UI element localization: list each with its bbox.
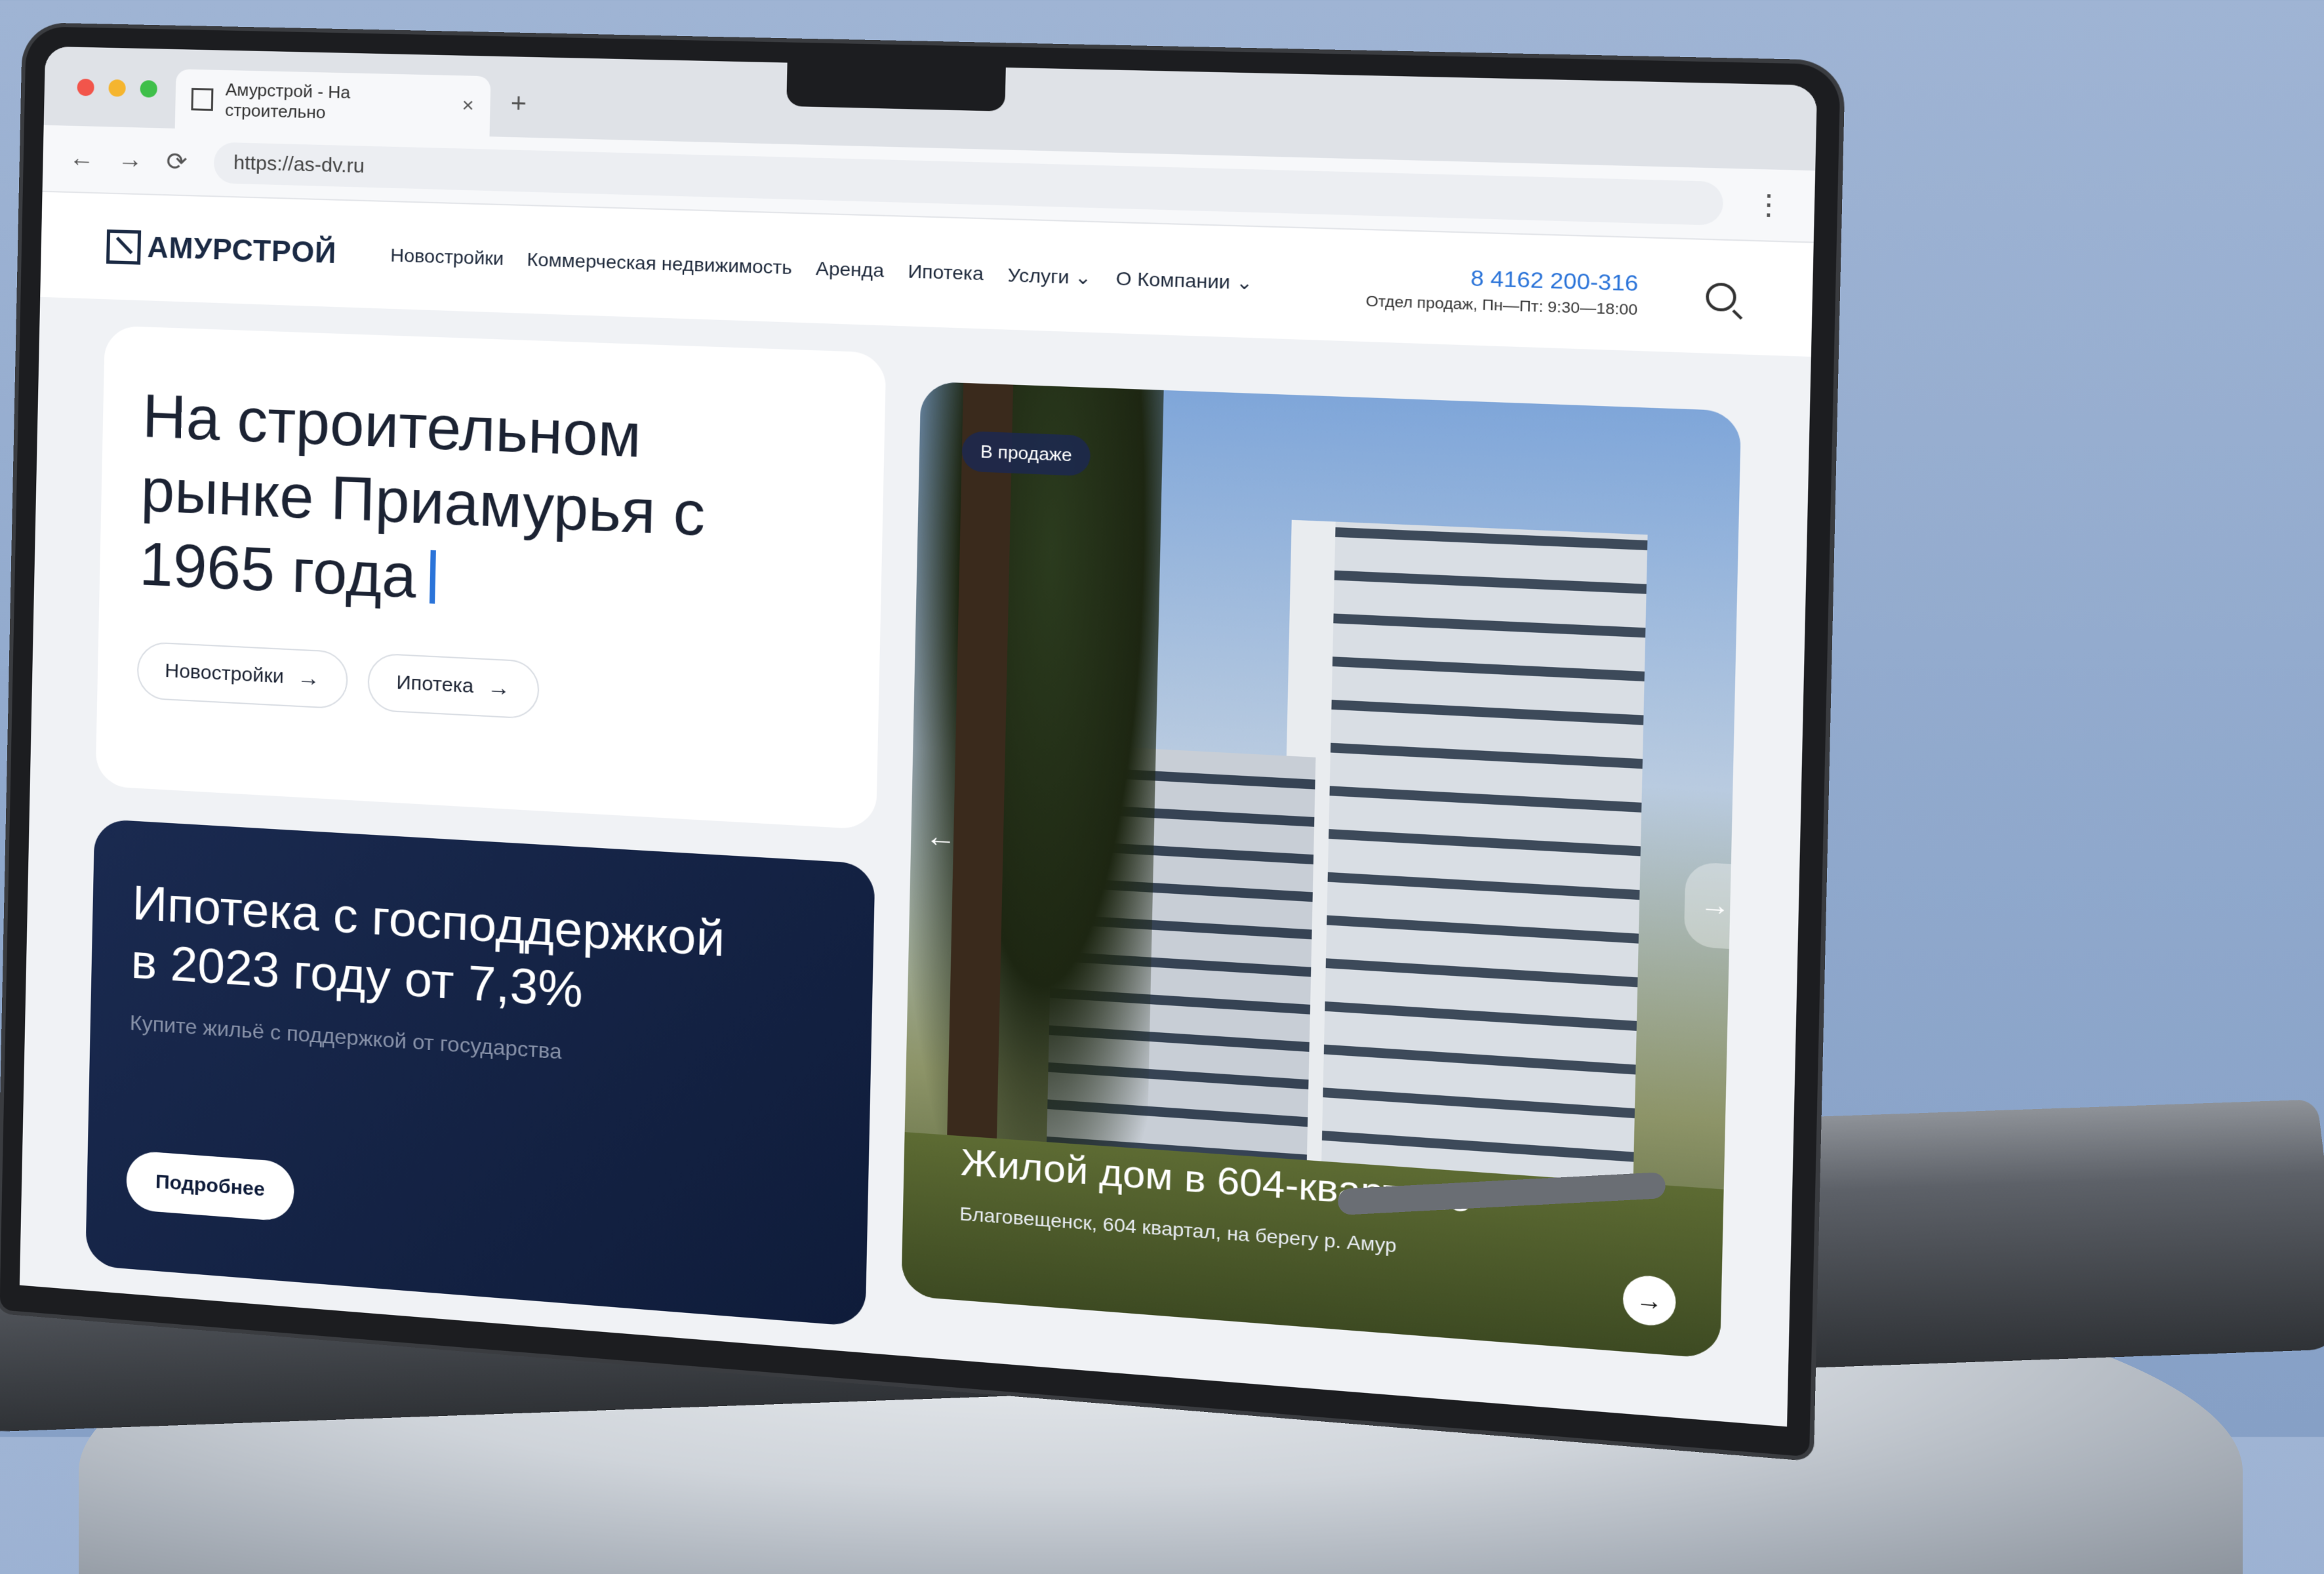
hero-button-label: Новостройки bbox=[165, 660, 285, 688]
laptop-lid: Амурстрой - На строительно × + ← → ⟳ htt… bbox=[0, 26, 1841, 1457]
building-illustration bbox=[1276, 519, 1648, 1240]
window-controls bbox=[77, 78, 158, 98]
hero-buttons: Новостройки → Ипотека → bbox=[136, 641, 837, 735]
close-tab-icon[interactable]: × bbox=[462, 94, 474, 117]
laptop: Амурстрой - На строительно × + ← → ⟳ htt… bbox=[0, 26, 2324, 1457]
browser-nav: ← → ⟳ bbox=[69, 144, 188, 176]
browser-menu-icon[interactable]: ⋮ bbox=[1753, 188, 1784, 222]
promo-title: Ипотека с господдержкой в 2023 году от 7… bbox=[130, 875, 726, 1018]
site-favicon-icon bbox=[191, 88, 214, 111]
nav-item-services[interactable]: Услуги ⌄ bbox=[1007, 264, 1092, 289]
hero-button-label: Ипотека bbox=[396, 671, 474, 698]
camera-notch bbox=[786, 57, 1007, 111]
back-icon[interactable]: ← bbox=[69, 144, 94, 174]
slider-prev-icon[interactable]: ← bbox=[925, 819, 957, 855]
screen: Амурстрой - На строительно × + ← → ⟳ htt… bbox=[19, 46, 1818, 1427]
nav-item-new-buildings[interactable]: Новостройки bbox=[390, 245, 504, 270]
arrow-right-icon: → bbox=[487, 674, 511, 701]
text-cursor bbox=[429, 550, 436, 605]
hero-button-new-buildings[interactable]: Новостройки → bbox=[136, 641, 349, 710]
maximize-window-icon[interactable] bbox=[140, 80, 158, 98]
phone-link[interactable]: 8 4162 200-316 bbox=[1366, 262, 1638, 296]
new-tab-icon[interactable]: + bbox=[510, 89, 527, 119]
reload-icon[interactable]: ⟳ bbox=[166, 146, 188, 176]
minimize-window-icon[interactable] bbox=[108, 79, 126, 97]
hero-button-mortgage[interactable]: Ипотека → bbox=[367, 652, 540, 719]
forward-icon[interactable]: → bbox=[117, 145, 143, 175]
nav-item-mortgage[interactable]: Ипотека bbox=[908, 260, 984, 285]
arrow-right-icon: → bbox=[296, 664, 321, 691]
promo-more-button[interactable]: Подробнее bbox=[125, 1150, 295, 1222]
logo-mark-icon bbox=[106, 229, 142, 265]
sales-hours: Отдел продаж, Пн—Пт: 9:30—18:00 bbox=[1365, 292, 1638, 319]
nav-item-rent[interactable]: Аренда bbox=[816, 258, 885, 283]
contact-block: 8 4162 200-316 Отдел продаж, Пн—Пт: 9:30… bbox=[1365, 262, 1638, 319]
nav-item-commercial[interactable]: Коммерческая недвижимость bbox=[527, 249, 792, 279]
tab-title: Амурстрой - На строительно bbox=[224, 79, 351, 123]
slider-next-icon[interactable]: → bbox=[1683, 861, 1742, 950]
project-slide[interactable]: В продаже ← → Жилой дом в 604-квартале Б… bbox=[901, 381, 1742, 1360]
main-content: На строительном рынке Приамурья с 1965 г… bbox=[20, 297, 1811, 1427]
site-logo[interactable]: АМУРСТРОЙ bbox=[106, 229, 337, 271]
main-nav: Новостройки Коммерческая недвижимость Ар… bbox=[390, 245, 1253, 294]
browser-tab[interactable]: Амурстрой - На строительно × bbox=[174, 69, 491, 137]
mortgage-promo-card: Ипотека с господдержкой в 2023 году от 7… bbox=[85, 818, 875, 1327]
hero-card: На строительном рынке Приамурья с 1965 г… bbox=[95, 325, 887, 830]
logo-text: АМУРСТРОЙ bbox=[147, 231, 337, 270]
search-icon[interactable] bbox=[1705, 282, 1737, 312]
nav-item-about[interactable]: О Компании ⌄ bbox=[1115, 267, 1253, 294]
status-badge: В продаже bbox=[961, 430, 1091, 477]
hero-title: На строительном рынке Приамурья с 1965 г… bbox=[138, 382, 706, 611]
close-window-icon[interactable] bbox=[77, 78, 94, 96]
